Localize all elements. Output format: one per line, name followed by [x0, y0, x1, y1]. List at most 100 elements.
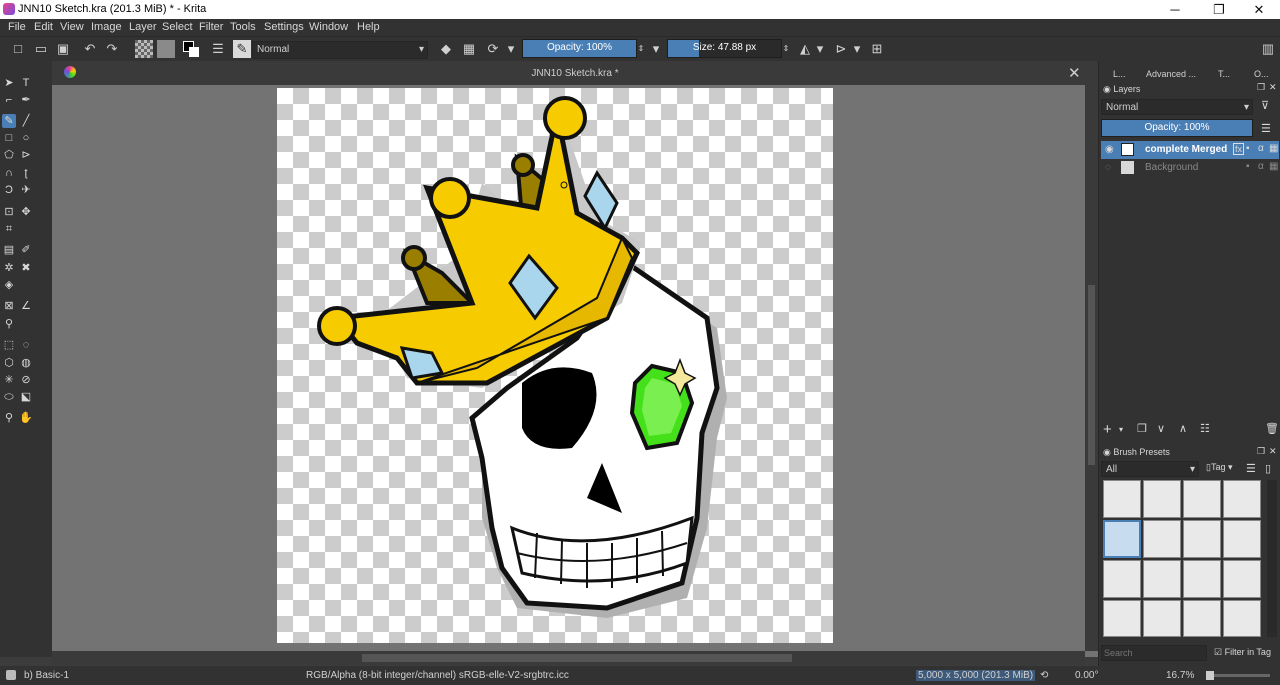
maximize-button[interactable]: ❐: [1204, 1, 1234, 18]
similar-color-selection-tool-icon[interactable]: ⊘: [19, 373, 33, 387]
calligraphy-tool-icon[interactable]: ✒: [19, 93, 33, 107]
alpha-lock-icon[interactable]: α: [1258, 143, 1264, 154]
transform-tool-icon[interactable]: ⊡: [2, 205, 16, 219]
close-window-button[interactable]: ✕: [1244, 1, 1274, 18]
minimize-button[interactable]: ─: [1160, 1, 1190, 18]
close-panel-icon[interactable]: ✕: [1269, 446, 1277, 457]
bezier-selection-tool-icon[interactable]: ⬭: [2, 390, 16, 404]
mirror-vertical-icon[interactable]: ⊳: [832, 40, 850, 58]
move-tool-icon[interactable]: ✥: [19, 205, 33, 219]
freehand-brush-tool-icon[interactable]: ✎: [2, 114, 16, 128]
layer-menu-icon[interactable]: ☰: [1261, 122, 1271, 135]
brush-preset-pencil-2[interactable]: [1223, 560, 1261, 598]
layer-opacity-slider[interactable]: Opacity: 100%: [1101, 119, 1253, 137]
canvas-horizontal-scrollbar[interactable]: [52, 651, 1085, 665]
chevron-down-icon[interactable]: ▾: [815, 40, 825, 58]
rectangular-selection-tool-icon[interactable]: ⬚: [2, 338, 16, 352]
filter-in-tag-checkbox[interactable]: ☑ Filter in Tag: [1214, 647, 1271, 658]
menu-window[interactable]: Window: [309, 21, 348, 33]
rotation-icon[interactable]: ⟲: [1040, 670, 1048, 681]
layer-row-background[interactable]: ◌ Background ▪ α ▦: [1101, 159, 1279, 177]
dock-tab-layers[interactable]: L...: [1113, 65, 1126, 83]
dynamic-brush-tool-icon[interactable]: Ͻ: [2, 183, 16, 197]
undo-icon[interactable]: ↶: [81, 40, 99, 58]
chevron-down-icon[interactable]: ▾: [852, 40, 862, 58]
new-document-icon[interactable]: □: [9, 40, 27, 58]
brush-settings-icon[interactable]: ☰: [209, 40, 227, 58]
contiguous-selection-tool-icon[interactable]: ✳: [2, 373, 16, 387]
brush-preset-basic-2[interactable]: [1143, 520, 1181, 558]
layer-blend-mode-select[interactable]: Normal ▾: [1101, 99, 1253, 115]
menu-filter[interactable]: Filter: [199, 21, 223, 33]
preset-view-mode-icon[interactable]: ☰: [1246, 462, 1256, 475]
presets-scrollbar[interactable]: [1267, 480, 1277, 637]
brush-preset-basic-1[interactable]: [1103, 520, 1141, 558]
brush-preset-eraser[interactable]: [1103, 480, 1141, 518]
delete-layer-icon[interactable]: 🗑: [1265, 422, 1279, 435]
smart-patch-tool-icon[interactable]: ✖: [19, 261, 33, 275]
preserve-alpha-icon[interactable]: ▦: [460, 40, 478, 58]
freehand-selection-tool-icon[interactable]: ◍: [19, 356, 33, 370]
size-slider[interactable]: Size: 47.88 px: [667, 39, 782, 58]
preset-options-icon[interactable]: ▯: [1265, 462, 1271, 475]
visibility-eye-icon[interactable]: ◉: [1105, 144, 1114, 155]
horizontal-scroll-thumb[interactable]: [362, 654, 792, 662]
close-document-icon[interactable]: ✕: [1068, 64, 1081, 82]
zoom-slider-handle[interactable]: [1206, 671, 1214, 680]
assistant-tool-icon[interactable]: ⊠: [2, 299, 16, 313]
pan-tool-icon[interactable]: ✋: [19, 411, 33, 425]
mirror-horizontal-icon[interactable]: ◭: [796, 40, 814, 58]
colorize-mask-tool-icon[interactable]: ✲: [2, 261, 16, 275]
menu-edit[interactable]: Edit: [34, 21, 53, 33]
menu-tools[interactable]: Tools: [230, 21, 256, 33]
float-panel-icon[interactable]: ❐: [1257, 446, 1265, 457]
multibrush-tool-icon[interactable]: ✈: [19, 183, 33, 197]
crop-tool-icon[interactable]: ⌗: [2, 222, 16, 236]
menu-help[interactable]: Help: [357, 21, 380, 33]
pattern-selector-icon[interactable]: [157, 40, 175, 58]
text-tool-icon[interactable]: T: [19, 76, 33, 90]
alpha-lock-icon[interactable]: α: [1258, 161, 1264, 172]
layer-properties-icon[interactable]: ☷: [1200, 422, 1210, 435]
inherit-alpha-icon[interactable]: ▦: [1269, 161, 1278, 172]
ellipse-tool-icon[interactable]: ○: [19, 131, 33, 145]
reference-images-tool-icon[interactable]: ⚲: [2, 317, 16, 331]
fg-bg-color-icon[interactable]: [182, 40, 200, 58]
magnetic-selection-tool-icon[interactable]: ⬕: [19, 390, 33, 404]
gradient-selector-icon[interactable]: [135, 40, 153, 58]
inherit-alpha-icon[interactable]: ▦: [1269, 143, 1278, 154]
tag-button[interactable]: ▯Tag ▾: [1206, 462, 1233, 473]
move-layer-up-icon[interactable]: ∧: [1179, 422, 1187, 435]
polygon-tool-icon[interactable]: ⬠: [2, 148, 16, 162]
vertical-scroll-thumb[interactable]: [1088, 285, 1095, 465]
menu-image[interactable]: Image: [91, 21, 122, 33]
zoom-slider[interactable]: [1206, 671, 1270, 680]
layer-fx-icon[interactable]: fx: [1233, 143, 1245, 155]
rectangle-tool-icon[interactable]: □: [2, 131, 16, 145]
color-picker-tool-icon[interactable]: ✐: [19, 243, 33, 257]
duplicate-layer-icon[interactable]: ❐: [1137, 422, 1147, 435]
brush-preset-blender[interactable]: [1183, 480, 1221, 518]
close-panel-icon[interactable]: ✕: [1269, 82, 1277, 93]
open-document-icon[interactable]: ▭: [32, 40, 50, 58]
brush-preset-airbrush[interactable]: [1143, 480, 1181, 518]
float-panel-icon[interactable]: ❐: [1257, 82, 1265, 93]
polyline-tool-icon[interactable]: ⊳: [19, 148, 33, 162]
brush-preset-pen-4[interactable]: [1223, 600, 1261, 637]
brush-preset-basic-3[interactable]: [1183, 520, 1221, 558]
line-tool-icon[interactable]: ╱: [19, 114, 33, 128]
redo-icon[interactable]: ↷: [103, 40, 121, 58]
layer-row-complete-merged[interactable]: ◉ complete Merged fx ▪ α ▦: [1101, 141, 1279, 159]
menu-settings[interactable]: Settings: [264, 21, 304, 33]
wrap-around-icon[interactable]: ⊞: [868, 40, 886, 58]
brush-preset-pen-3[interactable]: [1183, 600, 1221, 637]
gradient-tool-icon[interactable]: ▤: [2, 243, 16, 257]
menu-layer[interactable]: Layer: [129, 21, 157, 33]
chevron-down-icon[interactable]: ▾: [651, 40, 661, 58]
save-icon[interactable]: ▣: [54, 40, 72, 58]
workspace-icon[interactable]: ▥: [1259, 40, 1277, 58]
polygonal-selection-tool-icon[interactable]: ⬡: [2, 356, 16, 370]
brush-preset-ink[interactable]: [1223, 480, 1261, 518]
move-layer-down-icon[interactable]: ∨: [1157, 422, 1165, 435]
brush-preset-icon[interactable]: ✎: [233, 40, 251, 58]
